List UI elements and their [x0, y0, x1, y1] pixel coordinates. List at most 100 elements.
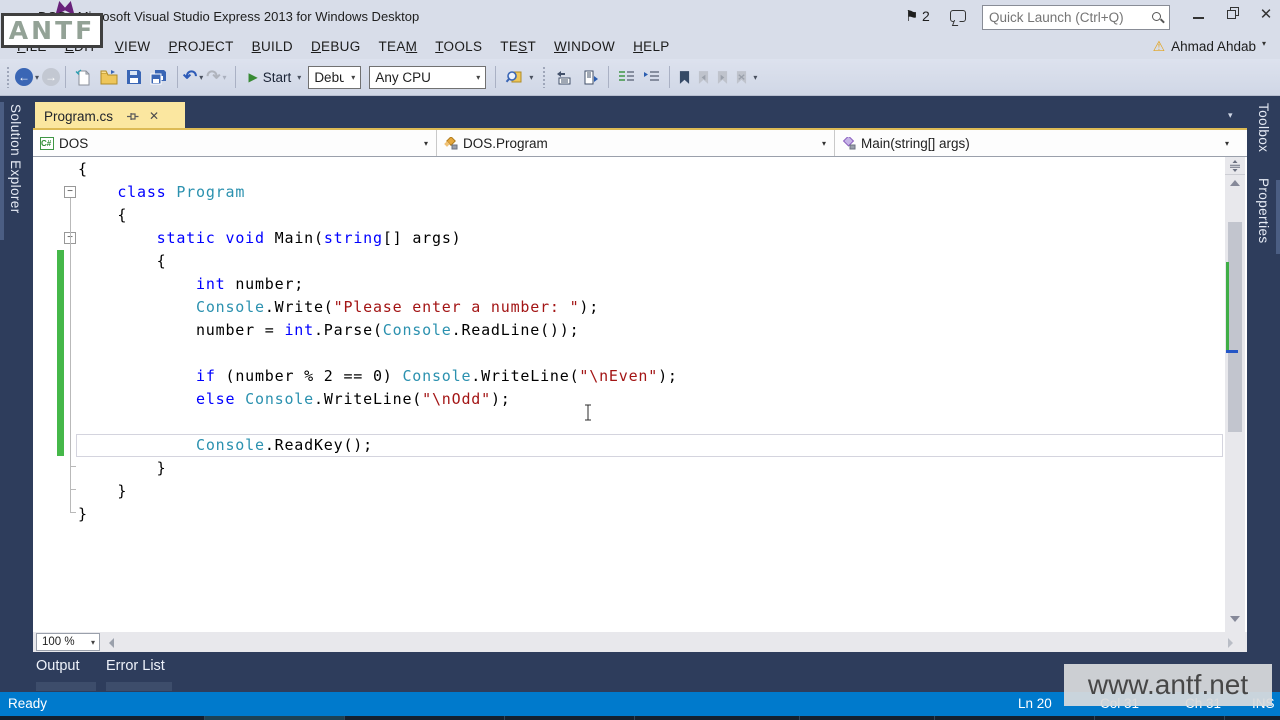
code-line[interactable] — [76, 411, 1223, 434]
scroll-up-arrow[interactable] — [1230, 180, 1240, 186]
code-line[interactable]: } — [76, 503, 1223, 526]
start-debug-play-icon[interactable]: ▶ — [249, 70, 258, 84]
scrollbar-thumb[interactable] — [1228, 222, 1242, 432]
solution-configuration-select[interactable]: Debug ▾ — [308, 66, 361, 89]
save-button[interactable] — [126, 69, 142, 85]
member-dropdown[interactable]: Main(string[] args) ▾ — [835, 130, 1237, 156]
display-parameter-info-button[interactable] — [581, 70, 599, 85]
pin-icon[interactable] — [127, 111, 139, 122]
code-line-current[interactable]: Console.ReadKey(); — [76, 434, 1223, 457]
menu-team[interactable]: TEAM — [370, 36, 427, 57]
scroll-right-arrow[interactable] — [1228, 638, 1233, 648]
code-editor[interactable]: − − { class Program { static void Main(s… — [33, 157, 1247, 632]
redo-button[interactable]: ↷ — [206, 67, 220, 87]
feedback-icon[interactable] — [950, 10, 966, 22]
menu-help[interactable]: HELP — [624, 36, 679, 57]
horizontal-scrollbar[interactable]: 100 % ▾ — [33, 632, 1247, 652]
fold-marker-class[interactable]: − — [64, 186, 76, 198]
panel-tab-error-list-edge — [106, 682, 172, 691]
code-line[interactable]: int number; — [76, 273, 1223, 296]
toolbar-overflow-icon[interactable]: ▾ — [753, 73, 757, 82]
display-member-list-button[interactable] — [555, 70, 573, 85]
code-line[interactable]: Console.Write("Please enter a number: ")… — [76, 296, 1223, 319]
user-account-area[interactable]: ⚠ Ahmad Ahdab ▾ — [1153, 36, 1266, 56]
navigate-forward-button[interactable]: → — [42, 68, 60, 86]
navigate-back-button[interactable]: ← — [15, 68, 33, 86]
navigate-back-caret-icon[interactable]: ▾ — [35, 73, 39, 82]
toolbar-overflow-icon[interactable]: ▾ — [529, 73, 533, 82]
code-line[interactable]: { — [76, 204, 1223, 227]
start-button[interactable]: Start — [263, 70, 292, 85]
next-bookmark-button[interactable] — [717, 71, 728, 84]
document-tab-label: Program.cs — [35, 109, 113, 124]
toolbar-separator — [65, 66, 66, 88]
code-line[interactable]: class Program — [76, 181, 1223, 204]
menu-project[interactable]: PROJECT — [159, 36, 242, 57]
code-line[interactable]: } — [76, 480, 1223, 503]
notifications-count[interactable]: 2 — [922, 8, 930, 24]
menu-view[interactable]: VIEW — [106, 36, 160, 57]
sidebar-tab-solution-explorer[interactable]: Solution Explorer — [8, 104, 23, 214]
quick-launch-box[interactable] — [982, 5, 1170, 30]
solution-platform-select[interactable]: Any CPU ▾ — [369, 66, 486, 89]
minimize-button[interactable] — [1185, 4, 1211, 26]
toolbar-grip[interactable] — [542, 66, 547, 88]
code-line[interactable]: if (number % 2 == 0) Console.WriteLine("… — [76, 365, 1223, 388]
redo-caret-icon[interactable]: ▾ — [223, 73, 227, 82]
code-line[interactable]: static void Main(string[] args) — [76, 227, 1223, 250]
user-name: Ahmad Ahdab — [1171, 39, 1256, 54]
quick-launch-input[interactable] — [989, 8, 1139, 27]
zoom-caret-icon: ▾ — [91, 638, 99, 647]
sidebar-tab-toolbox[interactable]: Toolbox — [1256, 103, 1271, 152]
scroll-left-arrow[interactable] — [109, 638, 114, 648]
vertical-scrollbar[interactable] — [1225, 157, 1245, 632]
user-dropdown-caret-icon: ▾ — [1262, 39, 1266, 48]
project-dropdown[interactable]: C# DOS ▾ — [33, 130, 437, 156]
menu-test[interactable]: TEST — [491, 36, 545, 57]
editor-zoom-select[interactable]: 100 % ▾ — [36, 633, 100, 651]
type-dropdown[interactable]: DOS.Program ▾ — [437, 130, 835, 156]
undo-caret-icon[interactable]: ▾ — [199, 73, 203, 82]
menu-items: FILEEDITVIEWPROJECTBUILDDEBUGTEAMTOOLSTE… — [0, 33, 1280, 59]
new-file-button[interactable] — [75, 69, 92, 86]
splitter-handle[interactable] — [1225, 157, 1245, 175]
clear-bookmarks-button[interactable] — [736, 71, 747, 84]
menu-debug[interactable]: DEBUG — [302, 36, 370, 57]
code-line[interactable]: number = int.Parse(Console.ReadLine()); — [76, 319, 1223, 342]
toolbar-grip[interactable] — [6, 66, 11, 88]
code-line[interactable]: { — [76, 250, 1223, 273]
close-button[interactable]: ✕ — [1253, 4, 1279, 26]
panel-tab-error-list[interactable]: Error List — [106, 658, 165, 674]
maximize-button[interactable] — [1219, 4, 1245, 26]
sidebar-tab-properties[interactable]: Properties — [1256, 178, 1271, 244]
code-line[interactable] — [76, 342, 1223, 365]
document-list-caret-icon[interactable]: ▾ — [1228, 110, 1233, 121]
taskbar-edge — [0, 716, 1280, 720]
toggle-bookmark-button[interactable] — [679, 71, 690, 84]
panel-tab-output[interactable]: Output — [36, 658, 80, 674]
menu-build[interactable]: BUILD — [243, 36, 302, 57]
panel-tab-output-edge — [36, 682, 96, 691]
save-all-button[interactable] — [150, 69, 168, 85]
scrollbar-change-marker — [1226, 262, 1229, 352]
open-file-button[interactable] — [100, 69, 118, 85]
menu-window[interactable]: WINDOW — [545, 36, 624, 57]
undo-button[interactable]: ↶ — [183, 67, 197, 87]
increase-indent-button[interactable] — [643, 70, 660, 84]
notifications-flag-icon[interactable]: ⚑ — [905, 7, 918, 25]
antf-logo-watermark: ANTF — [1, 13, 103, 48]
menu-tools[interactable]: TOOLS — [426, 36, 491, 57]
find-in-files-button[interactable] — [505, 69, 523, 85]
start-caret-icon[interactable]: ▾ — [297, 73, 301, 82]
antf-logo-text: ANTF — [9, 16, 95, 45]
editor-navigation-bar: C# DOS ▾ DOS.Program ▾ Main(string[] arg… — [33, 128, 1247, 157]
decrease-indent-button[interactable] — [618, 70, 635, 84]
document-tab-program-cs[interactable]: Program.cs ✕ — [35, 102, 185, 130]
scroll-down-arrow[interactable] — [1230, 616, 1240, 622]
toolbar-separator — [669, 66, 670, 88]
code-line[interactable]: else Console.WriteLine("\nOdd"); — [76, 388, 1223, 411]
code-line[interactable]: { — [76, 158, 1223, 181]
code-line[interactable]: } — [76, 457, 1223, 480]
tab-close-icon[interactable]: ✕ — [149, 109, 159, 123]
previous-bookmark-button[interactable] — [698, 71, 709, 84]
